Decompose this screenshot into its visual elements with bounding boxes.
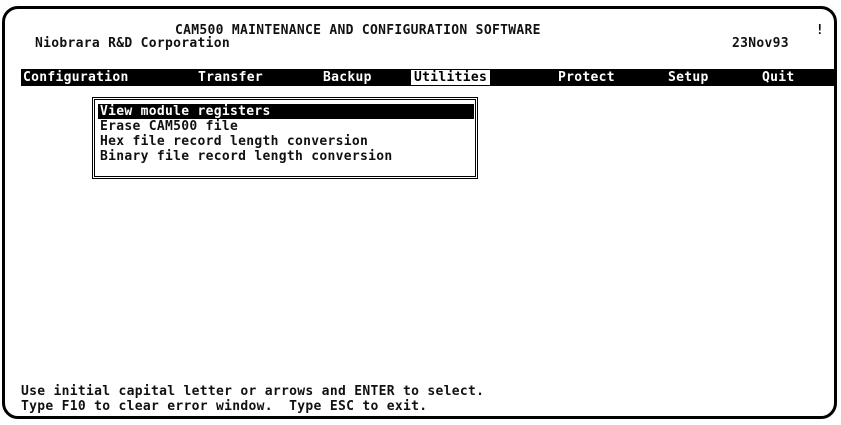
menu-option-hex-conversion[interactable]: Hex file record length conversion <box>100 134 368 149</box>
menu-option-view-module-registers[interactable]: View module registers <box>98 104 474 119</box>
menu-transfer[interactable]: Transfer <box>198 70 263 85</box>
menu-utilities[interactable]: Utilities <box>411 70 491 85</box>
menu-option-binary-conversion[interactable]: Binary file record length conversion <box>100 149 393 164</box>
corner-mark: ! <box>815 23 824 38</box>
menu-option-erase-file[interactable]: Erase CAM500 file <box>100 119 238 134</box>
menu-backup[interactable]: Backup <box>323 70 372 85</box>
status-line-1: Use initial capital letter or arrows and… <box>21 384 485 399</box>
menu-protect[interactable]: Protect <box>558 70 615 85</box>
menu-configuration[interactable]: Configuration <box>23 70 129 85</box>
menu-setup[interactable]: Setup <box>668 70 709 85</box>
company-name: Niobrara R&D Corporation <box>35 36 231 51</box>
terminal-screen: CAM500 MAINTENANCE AND CONFIGURATION SOF… <box>2 6 837 419</box>
utilities-dropdown: View module registers Erase CAM500 file … <box>92 97 478 179</box>
date-display: 23Nov93 <box>732 36 789 51</box>
menu-bar: Configuration Transfer Backup Utilities … <box>21 69 835 86</box>
menu-quit[interactable]: Quit <box>762 70 795 85</box>
status-line-2: Type F10 to clear error window. Type ESC… <box>21 399 428 414</box>
